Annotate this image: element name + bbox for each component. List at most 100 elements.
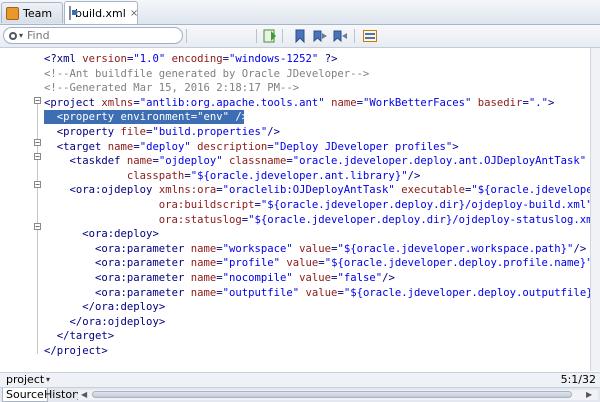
code-line[interactable]: <!--Generated Mar 15, 2016 2:18:17 PM--> [44,81,299,95]
code-token: ora:parameter [101,272,185,284]
line-gutter [0,48,24,371]
code-token: < [44,126,64,138]
code-token: < [44,155,76,168]
code-token: </ [44,301,96,314]
code-line[interactable]: </project> [44,344,108,358]
editor-options-icon[interactable] [362,28,378,44]
code-token: </ [44,315,83,328]
scroll-right-icon[interactable]: ▶ [586,390,592,400]
next-bookmark-icon[interactable] [312,28,328,44]
code-token: "${oracle.jdeveloper.c [471,184,590,197]
code-token: ora:deploy [88,228,153,241]
code-line[interactable]: <taskdef name="ojdeploy" classname="orac… [44,154,590,168]
tab-build-xml[interactable]: build.xml × [64,1,138,24]
code-token: environment [114,111,191,124]
code-line[interactable]: <?xml version="1.0" encoding="windows-12… [44,52,337,66]
code-token: < [44,228,89,241]
previous-bookmark-icon[interactable] [292,28,308,44]
code-token: > [547,96,555,109]
breadcrumb-project[interactable]: project [6,373,44,387]
close-tab-icon[interactable]: × [130,8,138,19]
code-token: target [69,330,108,343]
code-line[interactable]: <ora:parameter name="nocompile" value="f… [44,271,395,285]
code-token: /> [407,169,421,182]
code-token: file [114,126,147,138]
code-token: ora:parameter [101,286,185,299]
code-token: value [292,242,332,255]
code-token: </ [44,330,70,343]
tab-team[interactable]: Team [1,2,63,23]
code-line[interactable]: </ora:ojdeploy> [44,315,166,329]
code-line[interactable]: <property environment="env" /> [44,110,248,125]
code-line[interactable]: <target name="deploy" description="Deplo… [44,140,459,154]
fold-collapse-icon[interactable]: − [34,97,41,105]
code-line[interactable]: classpath="${oracle.jdeveloper.ant.libra… [44,169,420,183]
code-line[interactable]: <!--Ant buildfile generated by Oracle JD… [44,67,369,81]
code-token: "${oracle.jdeveloper.ant.library}" [190,169,408,182]
code-token: description [190,140,268,153]
code-line[interactable]: ora:buildscript="${oracle.jdeveloper.dep… [44,198,590,212]
fold-collapse-icon[interactable]: − [34,181,41,189]
toolbar-separator [186,29,187,43]
code-token: < [44,140,64,153]
code-token: < [44,242,102,255]
code-line[interactable]: <ora:parameter name="workspace" value="$… [44,242,586,256]
code-token: name [101,140,134,153]
tab-team-label: Team [23,6,53,20]
code-line[interactable]: <property file="build.properties"/> [44,125,280,139]
bookmark-list-icon[interactable] [332,28,348,44]
find-box[interactable]: ▾ [3,27,183,44]
code-token: < [44,257,102,270]
editor-tab-bar: Team build.xml × [0,0,600,25]
fold-collapse-icon[interactable]: − [34,153,41,161]
toggle-bookmark-icon[interactable] [262,28,278,44]
code-token: "env" [197,111,229,124]
code-line[interactable]: </target> [44,329,114,343]
code-token: /> [267,126,281,138]
code-line[interactable]: <ora:parameter name="profile" value="${o… [44,256,590,270]
code-token: property [63,126,115,138]
code-token: property [63,111,115,124]
tab-build-xml-label: build.xml [75,6,126,20]
scroll-left-icon[interactable]: ◀ [81,390,87,400]
horizontal-scrollbar[interactable]: ◀ ▶ [78,390,598,400]
code-token: > [158,315,166,328]
code-token: name [184,242,217,255]
code-line[interactable]: <ora:parameter name="outputfile" value="… [44,286,590,300]
code-token: "." [528,96,548,109]
code-token: "${oracle.jdeveloper.deploy.dir}/ojdeplo… [248,213,590,226]
code-token: name [184,272,217,284]
search-icon[interactable] [9,31,17,40]
code-token: target [63,140,102,153]
code-token: "1.0" [133,53,166,65]
chevron-down-icon[interactable]: ▾ [19,31,23,40]
code-token: > [452,140,459,153]
code-line[interactable]: <project xmlns="antlib:org.apache.tools.… [44,96,554,110]
code-token: encoding [165,53,223,65]
team-icon [6,6,19,20]
code-line[interactable]: ora:statuslog="${oracle.jdeveloper.deplo… [44,213,590,227]
code-token: "windows-1252" [229,53,319,65]
code-token: "${oracle.jdeveloper.deploy.profile.name… [324,257,590,270]
fold-collapse-icon[interactable]: − [34,139,41,147]
code-line[interactable]: <ora:deploy> [44,227,159,241]
code-line[interactable]: <ora:ojdeploy xmlns:ora="oraclelib:OJDep… [44,183,591,197]
code-token: ora:deploy [95,301,159,314]
vertical-scrollbar[interactable] [590,48,600,371]
find-input[interactable] [27,29,158,42]
code-token: "${oracle.jdeveloper.deploy.outputfile}" [343,286,590,299]
code-token: version [75,53,127,65]
code-token: /> [382,272,395,284]
code-token: ora:ojdeploy [82,315,159,328]
chevron-down-icon[interactable]: ▾ [46,373,50,387]
toolbar-separator [282,29,283,43]
code-token: "build.properties" [152,126,268,138]
fold-collapse-icon[interactable]: − [34,223,41,231]
code-token: "profile" [222,257,281,270]
scroll-thumb[interactable] [92,391,572,398]
code-token: "outputfile" [222,286,300,299]
code-editor[interactable]: <?xml version="1.0" encoding="windows-12… [44,48,590,371]
code-line[interactable]: </ora:deploy> [44,300,165,314]
code-token: taskdef [75,155,121,168]
code-token: ora:ojdeploy [75,184,153,197]
